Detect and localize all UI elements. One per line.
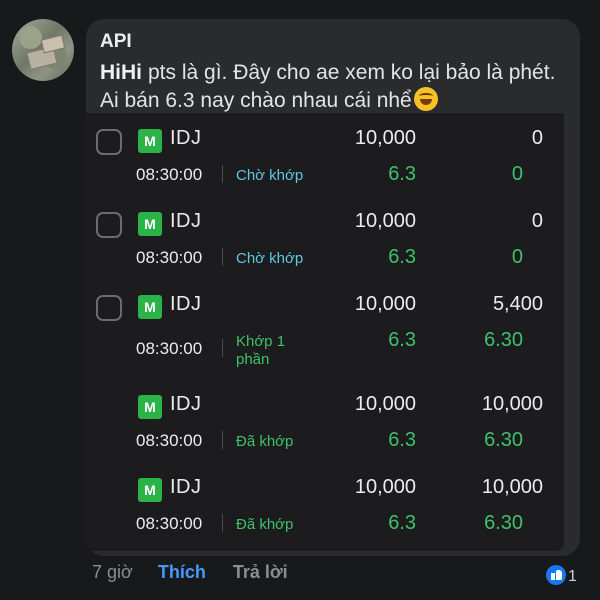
order-filled-quantity: 10,000 [481, 476, 543, 498]
order-quantity: 10,000 [354, 210, 416, 232]
reply-button[interactable]: Trả lời [233, 562, 288, 582]
order-ticker: IDJ [170, 127, 202, 149]
order-filled-quantity: 5,400 [492, 293, 543, 315]
like-button[interactable]: Thích [158, 562, 206, 582]
order-quantity: 10,000 [354, 393, 416, 415]
market-badge: M [138, 395, 162, 419]
divider [222, 339, 223, 357]
order-price: 6.3 [388, 329, 416, 351]
order-status: Chờ khớp [236, 250, 304, 267]
order-status: Đã khớp [236, 433, 294, 450]
order-matched-price: 6.30 [484, 429, 523, 451]
market-badge: M [138, 295, 162, 319]
order-row: M IDJ 10,000 0 08:30:00 Chờ khớp 6.3 0 [86, 113, 564, 193]
order-matched-price: 0 [511, 246, 523, 268]
avatar[interactable] [12, 19, 74, 81]
avatar-image-building-2 [40, 34, 66, 54]
rolling-on-floor-laughing-emoji [413, 87, 438, 111]
order-ticker: IDJ [170, 476, 202, 498]
order-matched-price: 6.30 [484, 512, 523, 534]
order-filled-quantity: 10,000 [481, 393, 543, 415]
divider [222, 514, 223, 532]
comment-actions: 7 giờ Thích Trả lời [92, 562, 288, 583]
order-ticker: IDJ [170, 293, 202, 315]
divider [222, 165, 223, 183]
order-ticker: IDJ [170, 210, 202, 232]
order-quantity: 10,000 [354, 293, 416, 315]
order-ticker: IDJ [170, 393, 202, 415]
order-checkbox[interactable] [96, 295, 122, 321]
order-row: M IDJ 10,000 5,400 08:30:00 Khớp 1 phần … [86, 279, 564, 375]
comment-text: HiHi pts là gì. Đây cho ae xem ko lại bảo… [100, 59, 570, 115]
comment-author[interactable]: API [100, 31, 132, 53]
reaction-summary[interactable]: 1 [546, 565, 577, 586]
order-time: 08:30:00 [136, 339, 203, 358]
order-checkbox[interactable] [96, 129, 122, 155]
order-quantity: 10,000 [354, 127, 416, 149]
order-row: M IDJ 10,000 10,000 08:30:00 Đã khớp 6.3… [86, 379, 564, 459]
order-time: 08:30:00 [136, 431, 203, 450]
order-row: M IDJ 10,000 10,000 08:30:00 Đã khớp 6.3… [86, 462, 564, 542]
comment-timestamp[interactable]: 7 giờ [92, 562, 133, 582]
comment-bubble: API HiHi pts là gì. Đây cho ae xem ko lại… [86, 19, 580, 556]
order-time: 08:30:00 [136, 514, 203, 533]
order-price: 6.3 [388, 429, 416, 451]
order-price: 6.3 [388, 246, 416, 268]
order-list-screenshot: M IDJ 10,000 0 08:30:00 Chờ khớp 6.3 0 M… [86, 113, 564, 551]
order-time: 08:30:00 [136, 165, 203, 184]
mention-link[interactable]: HiHi [100, 61, 142, 84]
order-status: Khớp 1 phần [236, 333, 286, 368]
thumbs-up-icon [546, 565, 566, 585]
order-checkbox[interactable] [96, 212, 122, 238]
order-price: 6.3 [388, 512, 416, 534]
divider [222, 431, 223, 449]
market-badge: M [138, 212, 162, 236]
order-matched-price: 0 [511, 163, 523, 185]
order-filled-quantity: 0 [531, 210, 543, 232]
order-status: Đã khớp [236, 516, 294, 533]
reaction-count: 1 [568, 568, 577, 585]
order-matched-price: 6.30 [484, 329, 523, 351]
order-price: 6.3 [388, 163, 416, 185]
divider [222, 248, 223, 266]
market-badge: M [138, 478, 162, 502]
order-filled-quantity: 0 [531, 127, 543, 149]
comment-body: pts là gì. Đây cho ae xem ko lại bảo là … [100, 61, 556, 112]
order-row: M IDJ 10,000 0 08:30:00 Chờ khớp 6.3 0 [86, 196, 564, 276]
order-quantity: 10,000 [354, 476, 416, 498]
order-time: 08:30:00 [136, 248, 203, 267]
order-status: Chờ khớp [236, 167, 304, 184]
market-badge: M [138, 129, 162, 153]
